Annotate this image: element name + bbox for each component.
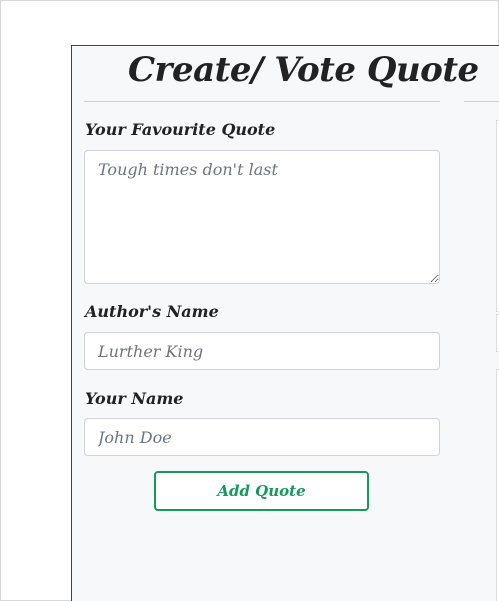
browser-viewport: Create/ Vote Quote Your Favourite Quote …	[0, 0, 499, 601]
author-name-label: Author's Name	[85, 302, 219, 321]
right-divider	[464, 101, 499, 102]
quote-label: Your Favourite Quote	[85, 120, 276, 139]
your-name-label: Your Name	[85, 389, 184, 408]
title-divider	[84, 101, 440, 102]
quote-form-panel: Create/ Vote Quote Your Favourite Quote …	[71, 45, 499, 601]
quote-textarea[interactable]	[84, 150, 440, 284]
add-quote-button[interactable]: Add Quote	[154, 471, 369, 511]
your-name-input[interactable]	[84, 418, 440, 456]
author-name-input[interactable]	[84, 332, 440, 370]
page-title: Create/ Vote Quote	[128, 50, 479, 90]
